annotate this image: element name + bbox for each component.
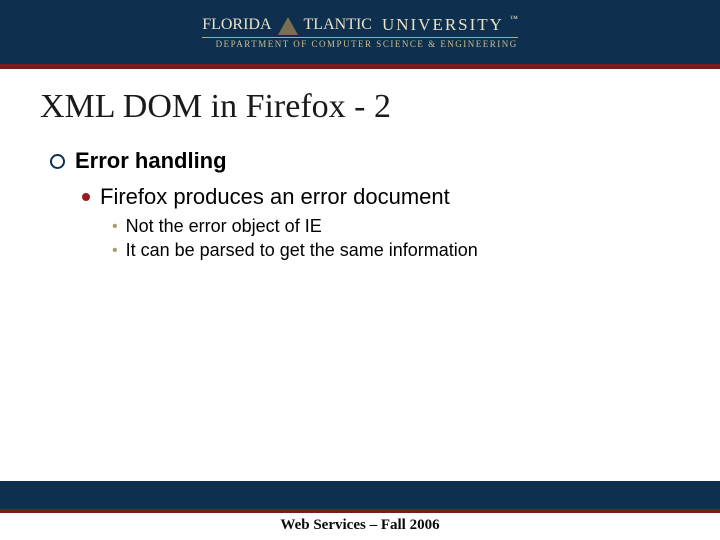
- list-item: • It can be parsed to get the same infor…: [112, 240, 680, 262]
- logo-line-1: FLORIDA TLANTIC UNIVERSITY ™: [202, 16, 518, 34]
- slide: FLORIDA TLANTIC UNIVERSITY ™ DEPARTMENT …: [0, 0, 720, 540]
- logo-text-florida: FLORIDA: [202, 17, 271, 33]
- header-accent-bar: [0, 64, 720, 69]
- university-logo: FLORIDA TLANTIC UNIVERSITY ™ DEPARTMENT …: [202, 16, 518, 49]
- list-item: Firefox produces an error document: [82, 184, 680, 210]
- logo-separator: [202, 37, 518, 38]
- trademark-icon: ™: [510, 15, 518, 23]
- level2-text: Firefox produces an error document: [100, 184, 450, 210]
- logo-text-tlantic: TLANTIC: [304, 17, 372, 33]
- slide-header: FLORIDA TLANTIC UNIVERSITY ™ DEPARTMENT …: [0, 0, 720, 64]
- ring-bullet-icon: [50, 154, 65, 169]
- list-item: Error handling: [50, 148, 680, 174]
- level3-text: Not the error object of IE: [126, 216, 322, 237]
- slide-title: XML DOM in Firefox - 2: [40, 88, 391, 126]
- logo-text-university: UNIVERSITY: [382, 16, 504, 33]
- square-bullet-icon: •: [112, 240, 118, 262]
- footer-text: Web Services – Fall 2006: [0, 517, 720, 534]
- dot-bullet-icon: [82, 193, 90, 201]
- level3-text: It can be parsed to get the same informa…: [126, 240, 478, 261]
- department-line: DEPARTMENT OF COMPUTER SCIENCE & ENGINEE…: [202, 40, 518, 49]
- footer-band: [0, 481, 720, 509]
- footer-accent-bar: [0, 509, 720, 513]
- list-item: • Not the error object of IE: [112, 216, 680, 238]
- slide-body: Error handling Firefox produces an error…: [50, 148, 680, 264]
- square-bullet-icon: •: [112, 216, 118, 238]
- level1-text: Error handling: [75, 148, 227, 174]
- letter-a-icon: [278, 17, 298, 35]
